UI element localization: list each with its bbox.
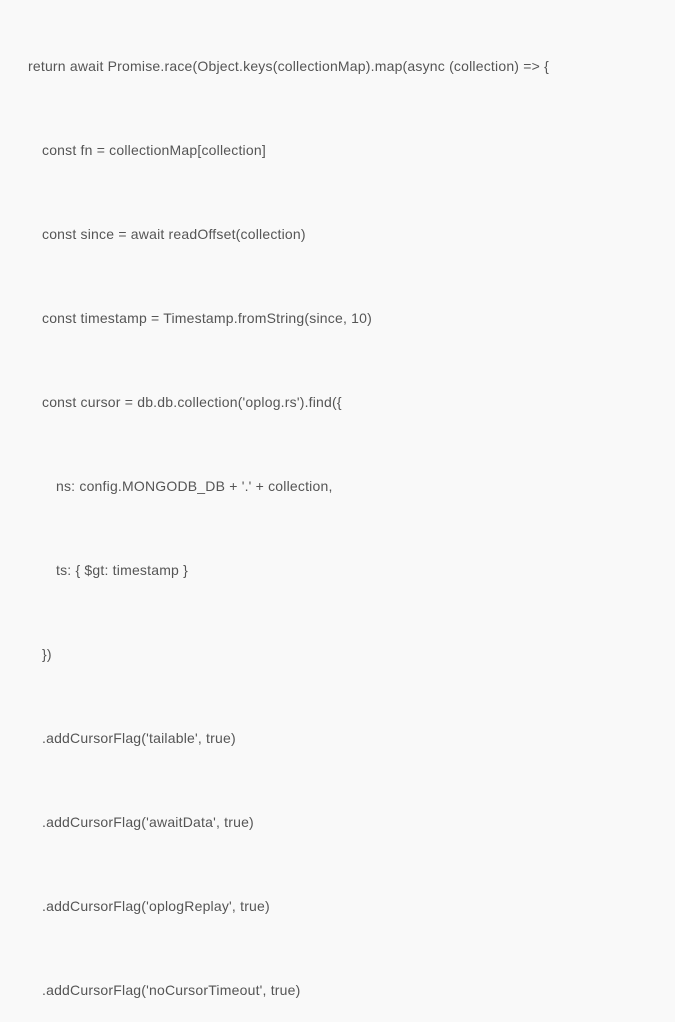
code-line: const fn = collectionMap[collection] (28, 140, 647, 161)
code-line: const cursor = db.db.collection('oplog.r… (28, 392, 647, 413)
code-block: return await Promise.race(Object.keys(co… (28, 14, 647, 1022)
code-line: .addCursorFlag('tailable', true) (28, 728, 647, 749)
code-line: const timestamp = Timestamp.fromString(s… (28, 308, 647, 329)
code-line: return await Promise.race(Object.keys(co… (28, 56, 647, 77)
code-line: ts: { $gt: timestamp } (28, 560, 647, 581)
code-line: ns: config.MONGODB_DB + '.' + collection… (28, 476, 647, 497)
code-line: }) (28, 644, 647, 665)
code-line: .addCursorFlag('awaitData', true) (28, 812, 647, 833)
code-line: .addCursorFlag('oplogReplay', true) (28, 896, 647, 917)
code-line: .addCursorFlag('noCursorTimeout', true) (28, 980, 647, 1001)
code-line: const since = await readOffset(collectio… (28, 224, 647, 245)
